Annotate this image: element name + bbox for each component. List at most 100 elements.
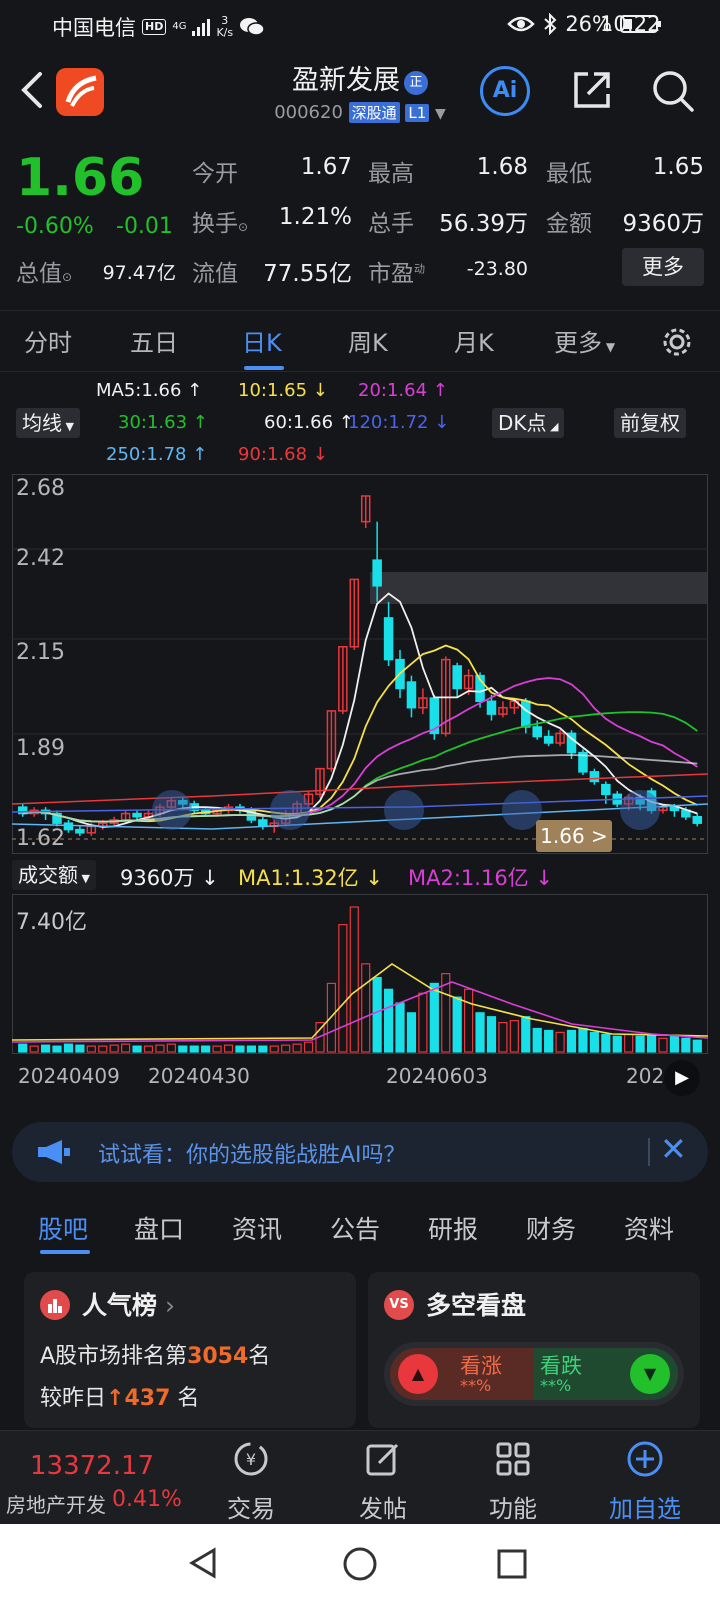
index-value[interactable]: 13372.17 [30, 1451, 154, 1481]
volume-bar [349, 906, 359, 1053]
volume-select-button[interactable]: 成交额 ▼ [12, 860, 96, 890]
ai-promo-banner[interactable]: 试试看：你的选股能战胜AI吗？ ✕ [12, 1122, 708, 1182]
tab-five-day[interactable]: 五日 [130, 323, 178, 358]
bull-bear-card[interactable]: VS 多空看盘 ▲ 看涨 **% 看跌 **% ▼ [368, 1272, 700, 1428]
volume-frame [12, 894, 708, 1054]
popularity-title: 人气榜 › [82, 1291, 175, 1320]
volume-bar [509, 1020, 519, 1053]
volume-bar [18, 1043, 28, 1053]
gear-icon[interactable] [660, 325, 694, 359]
adjust-button[interactable]: 前复权 [614, 408, 686, 438]
float-value: 77.55亿 [263, 261, 352, 287]
trade-button[interactable]: ¥ 交易 [196, 1439, 306, 1524]
ma5-label: MA5:1.66 ↑ [96, 380, 203, 401]
volume-bar [269, 1045, 279, 1053]
index-name[interactable]: 房地产开发 [6, 1489, 106, 1518]
scroll-right-icon[interactable]: ▶ [664, 1060, 700, 1096]
nav-home-icon[interactable] [342, 1546, 378, 1582]
hd-icon: HD [142, 19, 167, 35]
volume-bar [212, 1045, 222, 1053]
tab-profile[interactable]: 资料 [624, 1210, 674, 1246]
candle [521, 700, 531, 728]
open-label: 今开 [192, 161, 238, 187]
volume-bar [601, 1033, 611, 1053]
date-tick-4: 202 [626, 1064, 665, 1088]
add-watchlist-button[interactable]: 加自选 [590, 1439, 700, 1524]
volume-bar [223, 1044, 234, 1053]
volume-bar [40, 1044, 51, 1053]
ai-button[interactable]: Ai [480, 66, 530, 116]
volume-bar [544, 1029, 554, 1053]
share-icon[interactable] [570, 68, 614, 112]
tab-orderbook[interactable]: 盘口 [134, 1210, 184, 1246]
stock-code: 000620 [274, 102, 343, 123]
y-tick-5: 1.62 [16, 826, 65, 851]
nav-recents-icon[interactable] [496, 1548, 528, 1580]
volume-bar [681, 1037, 691, 1053]
bluetooth-icon [544, 13, 557, 35]
tab-weekly-k[interactable]: 周K [348, 323, 388, 358]
level-tag: L1 [405, 104, 430, 122]
candle [372, 559, 382, 587]
volume-bar [246, 1045, 256, 1053]
date-tick-3: 20240603 [386, 1064, 488, 1088]
tab-research[interactable]: 研报 [428, 1210, 478, 1246]
volume-bar [303, 1041, 314, 1053]
ma30-label: 30:1.63 ↑ [118, 412, 208, 433]
more-button[interactable]: 更多 [622, 248, 704, 286]
grid-icon [496, 1442, 530, 1476]
tab-monthly-k[interactable]: 月K [454, 323, 494, 358]
kline-chart[interactable] [12, 474, 708, 854]
current-price-tag[interactable]: 1.66 > [536, 820, 612, 852]
tab-finance[interactable]: 财务 [526, 1210, 576, 1246]
wechat-icon [240, 18, 265, 36]
candle [75, 828, 85, 834]
tab-forum[interactable]: 股吧 [38, 1210, 88, 1246]
volume-bar [201, 1045, 211, 1053]
tab-intraday[interactable]: 分时 [24, 323, 72, 358]
volume-bar [624, 1033, 634, 1053]
close-icon[interactable]: ✕ [660, 1130, 687, 1168]
post-button[interactable]: 发帖 [328, 1439, 438, 1524]
volume-bar [166, 1043, 176, 1053]
ma-select-button[interactable]: 均线 ▼ [16, 408, 80, 438]
volume-bar [395, 1002, 405, 1053]
resistance-band [370, 572, 708, 604]
tab-announcements[interactable]: 公告 [330, 1210, 380, 1246]
plus-circle-icon [627, 1441, 663, 1477]
volume-bar [109, 1044, 119, 1053]
pe-value: -23.80 [466, 258, 528, 280]
dk-marker [620, 790, 660, 830]
ma90-label: 90:1.68 ↓ [238, 444, 328, 465]
down-arrow-icon: ▼ [630, 1354, 670, 1394]
ma10-label: 10:1.65 ↓ [238, 380, 328, 401]
ma120-label: 120:1.72 ↓ [348, 412, 450, 433]
volume-bar [429, 982, 439, 1053]
bear-button[interactable]: 看跌 **% ▼ [534, 1348, 678, 1400]
low-value: 1.65 [652, 154, 704, 180]
dk-point-button[interactable]: DK点 ◢ [492, 408, 565, 438]
date-tick-2: 20240430 [148, 1064, 250, 1088]
nav-back-icon[interactable] [186, 1546, 220, 1580]
banner-divider [648, 1138, 650, 1166]
index-percent[interactable]: 0.41% [112, 1487, 182, 1512]
tab-daily-k[interactable]: 日K [242, 323, 282, 358]
candle [692, 816, 703, 824]
y-tick-3: 2.15 [16, 640, 65, 665]
function-button[interactable]: 功能 [458, 1439, 568, 1524]
candle [132, 812, 142, 818]
tab-more[interactable]: 更多 ▼ [554, 323, 615, 358]
yen-icon: ¥ [234, 1442, 268, 1476]
volume-bar [418, 992, 428, 1053]
popularity-card[interactable]: 人气榜 › A股市场排名第3054名 较昨日↑437 名 [24, 1272, 356, 1428]
volume-bar [292, 1043, 302, 1053]
volume-bar [189, 1045, 199, 1053]
candle [452, 665, 462, 690]
rank-change: 较昨日↑437 名 [40, 1386, 200, 1411]
bull-button[interactable]: ▲ 看涨 **% [390, 1348, 534, 1400]
volume-ma1: MA1:1.32亿 ↓ [238, 866, 383, 890]
volume-value: 56.39万 [439, 211, 528, 237]
open-value: 1.67 [300, 154, 352, 180]
tab-news[interactable]: 资讯 [232, 1210, 282, 1246]
search-icon[interactable] [650, 68, 696, 114]
